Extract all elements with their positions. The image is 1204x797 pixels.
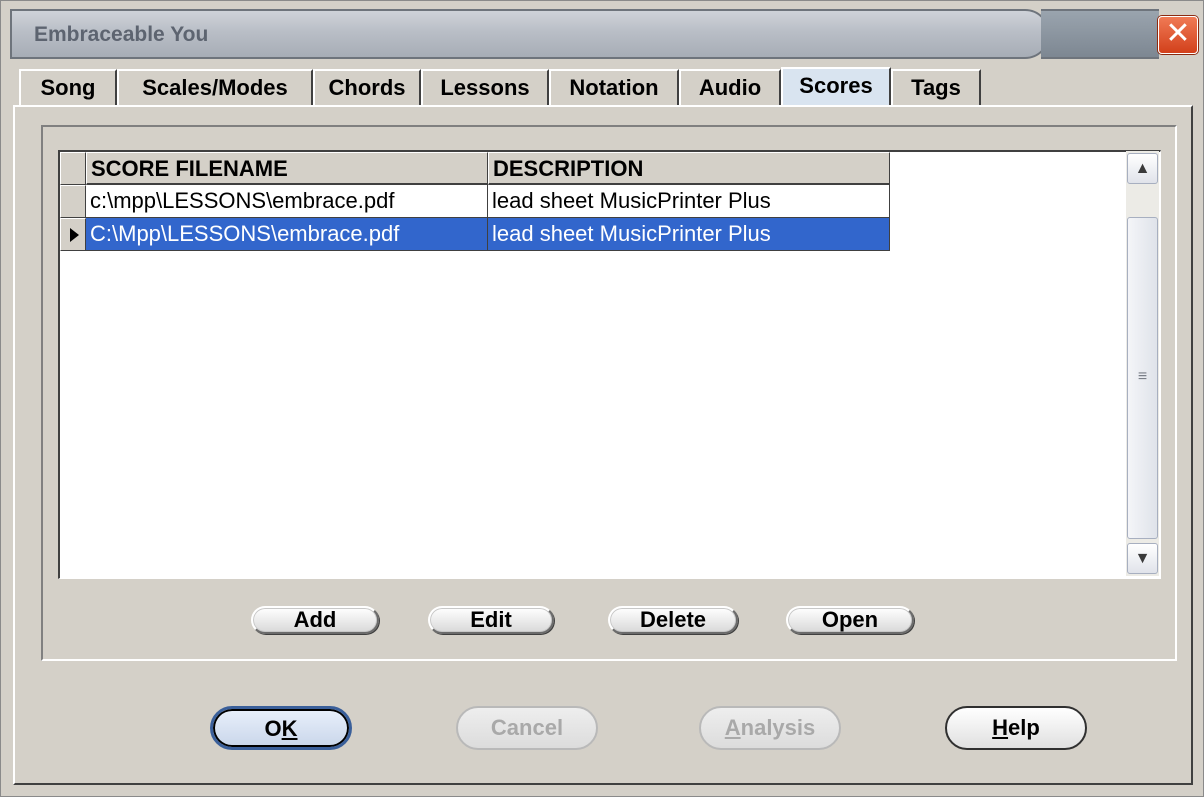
scores-grid[interactable]: SCORE FILENAME DESCRIPTION c:\mpp\LESSON… <box>58 150 1161 579</box>
close-icon: ✕ <box>1165 17 1191 50</box>
title-bar-tail <box>1041 9 1159 59</box>
ok-button[interactable]: OK <box>210 706 352 750</box>
scroll-down-button[interactable]: ▼ <box>1127 543 1158 574</box>
vertical-scrollbar[interactable]: ▲ ≡ ▼ <box>1126 151 1159 576</box>
title-bar[interactable]: Embraceable You <box>10 9 1050 59</box>
cell-score-filename[interactable]: C:\Mpp\LESSONS\embrace.pdf <box>86 218 488 251</box>
header-indicator <box>60 152 86 185</box>
ok-accelerator: K <box>281 716 298 741</box>
ok-label-prefix: O <box>264 716 282 741</box>
grip-icon: ≡ <box>1137 368 1148 385</box>
tab-tags[interactable]: Tags <box>891 69 981 105</box>
tab-chords[interactable]: Chords <box>313 69 421 105</box>
window-title: Embraceable You <box>34 23 209 46</box>
help-accelerator: H <box>992 715 1009 740</box>
open-button[interactable]: Open <box>786 606 914 634</box>
cell-description[interactable]: lead sheet MusicPrinter Plus <box>488 185 890 218</box>
cancel-button: Cancel <box>456 706 598 750</box>
analysis-accelerator: A <box>724 715 741 740</box>
tab-song[interactable]: Song <box>19 69 117 105</box>
tab-scales-modes[interactable]: Scales/Modes <box>117 69 313 105</box>
column-header-score-filename[interactable]: SCORE FILENAME <box>86 152 488 185</box>
scroll-up-button[interactable]: ▲ <box>1127 153 1158 184</box>
help-label-suffix: elp <box>1008 715 1040 740</box>
help-button[interactable]: Help <box>945 706 1087 750</box>
tab-audio[interactable]: Audio <box>679 69 781 105</box>
tab-scores[interactable]: Scores <box>781 67 891 107</box>
chevron-up-icon: ▲ <box>1134 160 1151 177</box>
edit-button[interactable]: Edit <box>428 606 554 634</box>
scrollbar-thumb[interactable]: ≡ <box>1127 217 1158 539</box>
current-row-pointer-icon <box>70 228 79 242</box>
row-indicator[interactable] <box>60 218 86 251</box>
add-button[interactable]: Add <box>251 606 379 634</box>
close-button[interactable]: ✕ <box>1158 16 1198 54</box>
cell-score-filename[interactable]: c:\mpp\LESSONS\embrace.pdf <box>86 185 488 218</box>
tab-lessons[interactable]: Lessons <box>421 69 549 105</box>
dialog-window: Embraceable You ✕ Song Scales/Modes Chor… <box>0 0 1204 797</box>
cell-description[interactable]: lead sheet MusicPrinter Plus <box>488 218 890 251</box>
delete-button[interactable]: Delete <box>608 606 738 634</box>
tab-notation[interactable]: Notation <box>549 69 679 105</box>
analysis-label-suffix: nalysis <box>740 715 816 740</box>
analysis-button: Analysis <box>699 706 841 750</box>
row-indicator[interactable] <box>60 185 86 218</box>
chevron-down-icon: ▼ <box>1134 550 1151 567</box>
column-header-description[interactable]: DESCRIPTION <box>488 152 890 185</box>
